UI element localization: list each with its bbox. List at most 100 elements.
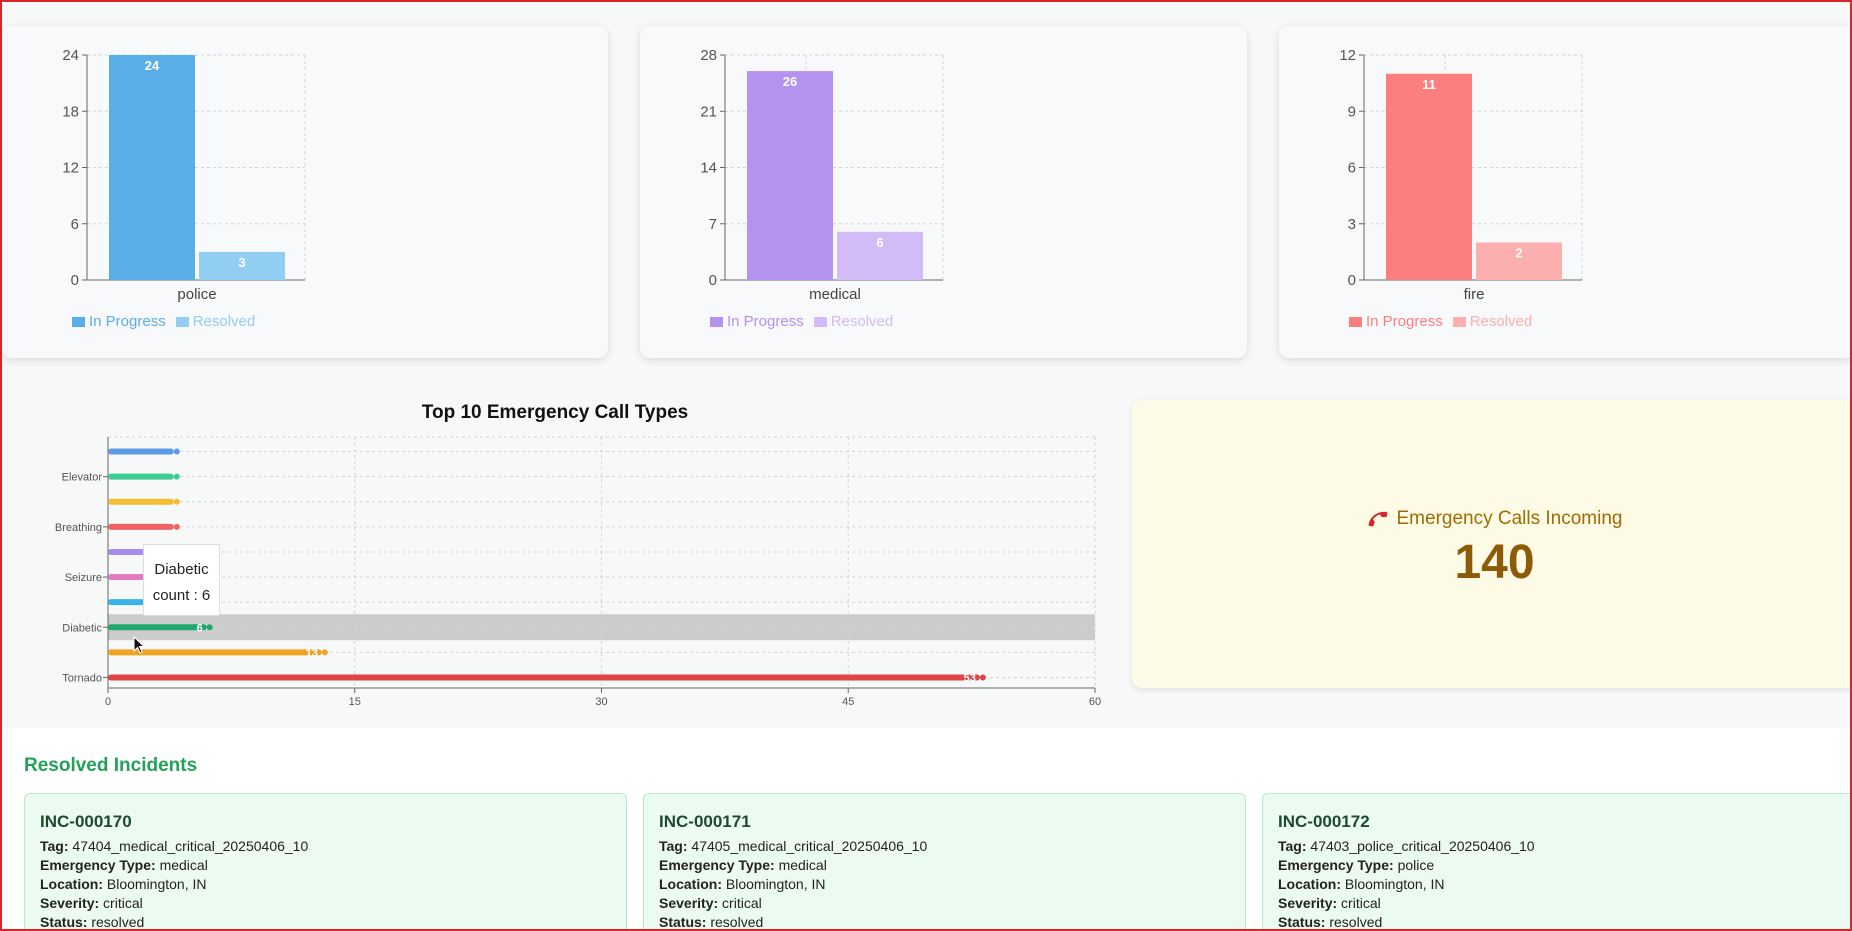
y-tick-label: 12	[1339, 47, 1356, 64]
hbar-end-dot	[173, 473, 180, 480]
status-value: resolved	[710, 914, 764, 930]
status-label: Status:	[40, 914, 88, 930]
incident-tag: Tag: 47404_medical_critical_20250406_10	[40, 837, 611, 856]
y-category-label: Elevator	[62, 472, 103, 484]
hbar-end-dot	[206, 624, 213, 631]
severity-value: critical	[103, 895, 143, 911]
severity-value: critical	[1341, 895, 1381, 911]
tooltip-category: Diabetic	[154, 561, 209, 578]
emergency-calls-card: Emergency Calls Incoming 140	[1132, 400, 1852, 688]
category-label: fire	[1464, 286, 1485, 303]
incident-status: Status: resolved	[40, 913, 611, 931]
x-tick-label: 45	[842, 696, 854, 708]
hbar[interactable]	[108, 498, 174, 505]
type-value: medical	[159, 857, 208, 873]
severity-label: Severity:	[40, 895, 100, 911]
status-value: resolved	[1329, 914, 1383, 930]
tooltip-count: count : 6	[152, 587, 211, 604]
y-category-label: Diabetic	[62, 622, 102, 634]
hbar-end-dot	[173, 448, 180, 455]
location-label: Location:	[1278, 876, 1341, 892]
incident-type: Emergency Type: police	[1278, 856, 1849, 875]
legend-label-resolved: Resolved	[1469, 313, 1533, 330]
x-tick-label: 30	[595, 696, 607, 708]
y-tick-label: 9	[1348, 103, 1356, 120]
type-label: Emergency Type:	[659, 857, 775, 873]
hbar[interactable]	[108, 473, 174, 480]
bar-in-progress[interactable]	[1386, 73, 1472, 280]
type-value: police	[1397, 857, 1435, 873]
legend-item-in-progress[interactable]: In Progress	[1349, 313, 1443, 330]
hbar[interactable]	[108, 624, 207, 631]
fire-status-card: 0 3 6 9 12 11 2 fire In Progress Resolved	[1279, 26, 1852, 358]
calls-count: 140	[1454, 536, 1535, 589]
bar-value-label: 2	[1515, 246, 1522, 261]
status-label: Status:	[659, 914, 707, 930]
severity-label: Severity:	[1278, 895, 1338, 911]
fire-chart-legend: In Progress Resolved	[1349, 313, 1532, 330]
tag-value: 47403_police_critical_20250406_10	[1310, 838, 1535, 854]
hbar[interactable]	[108, 448, 174, 455]
incident-tag: Tag: 47405_medical_critical_20250406_10	[659, 837, 1230, 856]
chart-tooltip: Diabetic count : 6	[143, 544, 220, 616]
y-tick-label: 6	[1348, 160, 1356, 177]
hbar-end-dot	[173, 498, 180, 505]
y-tick-label: 0	[1348, 272, 1356, 289]
hbar-end-dot	[173, 523, 180, 530]
hbar[interactable]	[108, 674, 980, 681]
type-label: Emergency Type:	[1278, 857, 1394, 873]
legend-item-resolved[interactable]: Resolved	[1452, 313, 1533, 330]
incident-card[interactable]: INC-000171 Tag: 47405_medical_critical_2…	[643, 793, 1246, 931]
legend-label-in-progress: In Progress	[1366, 313, 1443, 330]
y-category-label: Breathing	[55, 522, 102, 534]
x-tick-label: 60	[1089, 696, 1101, 708]
tag-label: Tag:	[659, 838, 688, 854]
incident-id: INC-000170	[40, 812, 132, 831]
incident-id: INC-000171	[659, 812, 751, 831]
mouse-cursor-icon	[133, 636, 145, 654]
incident-location: Location: Bloomington, IN	[40, 875, 611, 894]
incident-card[interactable]: INC-000170 Tag: 47404_medical_critical_2…	[24, 793, 627, 931]
incident-status: Status: resolved	[659, 913, 1230, 931]
severity-label: Severity:	[659, 895, 719, 911]
legend-swatch-in-progress	[1349, 316, 1362, 327]
incident-status: Status: resolved	[1278, 913, 1849, 931]
incident-severity: Severity: critical	[1278, 894, 1849, 913]
tag-label: Tag:	[1278, 838, 1307, 854]
location-value: Bloomington, IN	[725, 876, 826, 892]
resolved-incidents-section: Resolved Incidents INC-000170 Tag: 47404…	[0, 728, 1852, 931]
x-tick-label: 0	[105, 696, 111, 708]
phone-icon	[1368, 511, 1387, 527]
incident-type: Emergency Type: medical	[40, 856, 611, 875]
location-value: Bloomington, IN	[106, 876, 207, 892]
legend-swatch-resolved	[1452, 316, 1466, 327]
tag-value: 47404_medical_critical_20250406_10	[72, 838, 309, 854]
hbar-value-label: 13	[306, 647, 318, 659]
x-tick-label: 15	[349, 696, 361, 708]
calls-title: Emergency Calls Incoming	[1396, 508, 1623, 529]
type-label: Emergency Type:	[40, 857, 156, 873]
incident-tag: Tag: 47403_police_critical_20250406_10	[1278, 837, 1849, 856]
hbar-end-dot	[321, 649, 328, 656]
bar-value-label: 11	[1422, 77, 1436, 92]
y-tick-label: 3	[1348, 216, 1356, 233]
incident-location: Location: Bloomington, IN	[1278, 875, 1849, 894]
incident-severity: Severity: critical	[40, 894, 611, 913]
hbar-value-label: 53	[964, 672, 976, 684]
status-label: Status:	[1278, 914, 1326, 930]
chart-grid: 0 15 30 45 60	[105, 436, 1101, 708]
hbar[interactable]	[108, 523, 174, 530]
incident-location: Location: Bloomington, IN	[659, 875, 1230, 894]
hbar-end-dot	[979, 674, 986, 681]
type-value: medical	[778, 857, 827, 873]
incident-type: Emergency Type: medical	[659, 856, 1230, 875]
incident-id: INC-000172	[1278, 812, 1370, 831]
severity-value: critical	[722, 895, 762, 911]
location-value: Bloomington, IN	[1344, 876, 1445, 892]
resolved-incidents-title: Resolved Incidents	[24, 755, 198, 776]
incident-card[interactable]: INC-000172 Tag: 47403_police_critical_20…	[1262, 793, 1852, 931]
tag-value: 47405_medical_critical_20250406_10	[691, 838, 928, 854]
location-label: Location:	[40, 876, 103, 892]
y-category-label: Seizure	[65, 572, 102, 584]
status-value: resolved	[91, 914, 145, 930]
